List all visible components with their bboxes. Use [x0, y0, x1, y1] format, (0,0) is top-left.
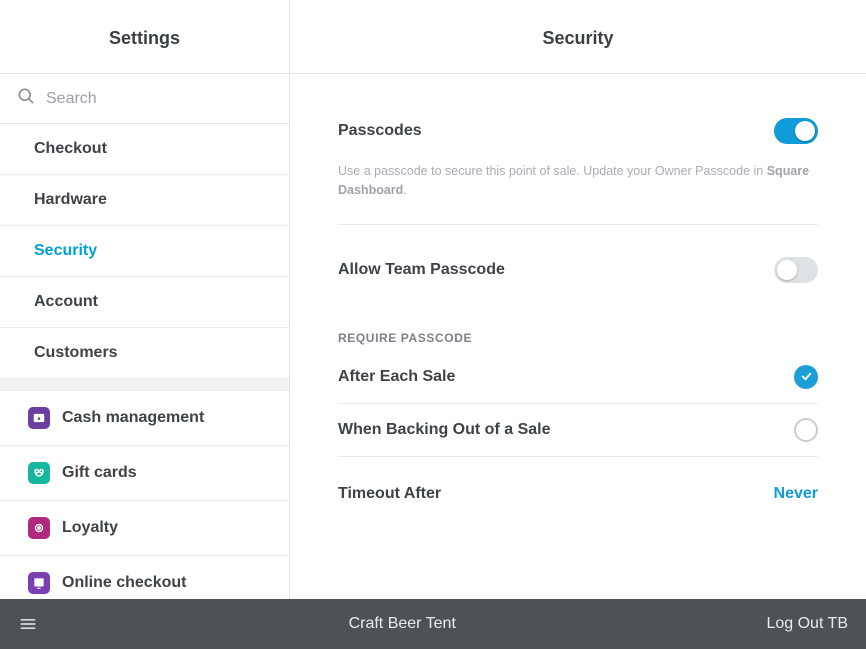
search-icon — [16, 86, 36, 111]
require-passcode-title: REQUIRE PASSCODE — [338, 331, 818, 345]
toggle-knob — [795, 121, 815, 141]
sidebar: Settings Checkout Hardware Security — [0, 0, 290, 599]
passcodes-hint: Use a passcode to secure this point of s… — [338, 158, 818, 225]
sidebar-item-label: Checkout — [34, 140, 107, 158]
sidebar-item-customers[interactable]: Customers — [0, 328, 289, 379]
bottom-bar: Craft Beer Tent Log Out TB — [0, 599, 866, 649]
logout-button[interactable]: Log Out TB — [766, 615, 848, 633]
hamburger-icon — [18, 614, 38, 634]
setting-label: Timeout After — [338, 485, 441, 503]
passcodes-toggle[interactable] — [774, 118, 818, 144]
option-label: After Each Sale — [338, 368, 455, 386]
sidebar-title: Settings — [0, 0, 289, 74]
gift-icon — [28, 462, 50, 484]
hint-suffix: . — [403, 183, 406, 197]
timeout-value[interactable]: Never — [774, 485, 818, 503]
sidebar-item-label: Gift cards — [62, 464, 137, 482]
content-pane: Security Passcodes Use a passcode to sec… — [290, 0, 866, 599]
sidebar-item-label: Customers — [34, 344, 118, 362]
loyalty-icon — [28, 517, 50, 539]
sidebar-item-online-checkout[interactable]: Online checkout — [0, 556, 289, 599]
hint-text: Use a passcode to secure this point of s… — [338, 164, 767, 178]
sidebar-item-account[interactable]: Account — [0, 277, 289, 328]
cash-icon — [28, 407, 50, 429]
online-checkout-icon — [28, 572, 50, 594]
check-circle[interactable] — [794, 418, 818, 442]
sidebar-item-label: Security — [34, 242, 97, 260]
sidebar-list: Checkout Hardware Security Account Custo… — [0, 124, 289, 599]
sidebar-divider — [0, 379, 289, 391]
setting-label: Passcodes — [338, 122, 422, 140]
team-passcode-toggle[interactable] — [774, 257, 818, 283]
check-circle[interactable] — [794, 365, 818, 389]
sidebar-item-label: Loyalty — [62, 519, 118, 537]
page-title: Security — [290, 0, 866, 74]
search-row[interactable] — [0, 74, 289, 124]
sidebar-item-hardware[interactable]: Hardware — [0, 175, 289, 226]
sidebar-item-label: Account — [34, 293, 98, 311]
menu-button[interactable] — [18, 614, 38, 634]
sidebar-item-gift-cards[interactable]: Gift cards — [0, 446, 289, 501]
sidebar-item-security[interactable]: Security — [0, 226, 289, 277]
search-input[interactable] — [46, 90, 273, 108]
sidebar-item-label: Online checkout — [62, 574, 186, 592]
option-label: When Backing Out of a Sale — [338, 421, 550, 439]
require-option-backing-out[interactable]: When Backing Out of a Sale — [338, 404, 818, 457]
setting-label: Allow Team Passcode — [338, 261, 505, 279]
sidebar-item-cash-management[interactable]: Cash management — [0, 391, 289, 446]
location-name: Craft Beer Tent — [38, 615, 766, 633]
setting-passcodes: Passcodes — [338, 104, 818, 158]
sidebar-item-label: Cash management — [62, 409, 204, 427]
setting-team-passcode: Allow Team Passcode — [338, 243, 818, 297]
setting-timeout[interactable]: Timeout After Never — [338, 471, 818, 517]
sidebar-item-loyalty[interactable]: Loyalty — [0, 501, 289, 556]
toggle-knob — [777, 260, 797, 280]
require-option-after-each-sale[interactable]: After Each Sale — [338, 351, 818, 404]
sidebar-item-label: Hardware — [34, 191, 107, 209]
sidebar-item-checkout[interactable]: Checkout — [0, 124, 289, 175]
